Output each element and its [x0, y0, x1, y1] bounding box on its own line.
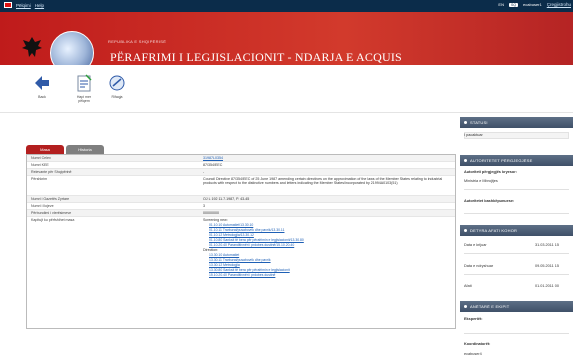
divider [464, 333, 569, 334]
modified-value: 09.05.2011 15 [535, 264, 559, 268]
logout-link[interactable]: Çregjistrohu [547, 2, 571, 7]
divider [464, 253, 569, 254]
help-link[interactable]: Help [35, 3, 44, 8]
deadline-label: Afati [464, 284, 472, 288]
tab-bar: Masa Historia [26, 145, 104, 154]
row-value: - [203, 170, 205, 174]
back-button[interactable]: Back [20, 73, 64, 99]
row-value: 87/354/EEC [203, 163, 223, 167]
lead-authority-label: Autoriteti përgjegjës kryesor: [464, 170, 517, 174]
sidebar: STATUSI I pacaktuar AUTORITETET PËRGJEGJ… [460, 113, 573, 364]
detail-table: Numri Celex 31987L0354 Numri KEE 87/354/… [26, 154, 456, 329]
status-value: I pacaktuar [464, 133, 483, 137]
row-key: Numri KEE [31, 163, 49, 167]
row-key: Përshkrim [31, 177, 48, 181]
edit-label: Rifaqja [111, 95, 123, 99]
consent-link[interactable]: Pëlqimi [16, 3, 31, 8]
back-label: Back [38, 95, 46, 99]
coordinator-value: ecabuser4 [464, 352, 482, 356]
republic-label: REPUBLIKA E SHQIPËRISË [108, 39, 167, 44]
row-key: Numri i llojeve [31, 204, 54, 208]
experts-label: Ekspertët: [464, 317, 483, 321]
coordinators-label: Koordinatorët: [464, 342, 491, 346]
row-key: Kapitujt ku përfshihet masa [31, 218, 75, 222]
celex-link[interactable]: 31987L0354 [203, 156, 451, 160]
tab-main[interactable]: Masa [26, 145, 64, 154]
lang-en[interactable]: EN [498, 2, 504, 7]
eagle-emblem-icon [22, 37, 42, 57]
deadline-value: 01.01.2011 00 [535, 284, 559, 288]
table-row: Numri i llojeve 3 [27, 203, 455, 210]
created-label: Data e krijuar [464, 243, 487, 247]
divider [464, 189, 569, 190]
lang-sq[interactable]: SQ [508, 2, 519, 7]
description-value: Council Directive 87/354/EEC of 25 June … [203, 177, 443, 186]
team-header: ANËTARË E EKIPIT [460, 301, 573, 312]
row-value: OJ L 192 11.7.1987, P. 43-45 [203, 197, 250, 201]
chapter-link[interactable]: 15.10.20.40 Paranditivnëri i prdobes dus… [203, 273, 451, 278]
lead-authority-value: Ministria e Mbrojtjes [464, 179, 498, 183]
row-key: Relevante për Shqipërinë [31, 170, 72, 174]
new-opinion-label-2: pëlqem [78, 99, 90, 103]
row-value: 00000000 [203, 211, 219, 215]
created-value: 31.03.2011 15 [535, 243, 559, 247]
table-row: Relevante për Shqipërinë - [27, 169, 455, 176]
divider [464, 274, 569, 275]
row-key: Numri Celex [31, 156, 51, 160]
table-row: Numri KEE 87/354/EEC [27, 162, 455, 169]
back-arrow-icon [35, 76, 49, 90]
deadline-header: DETYRA AFATI KOHOR [460, 225, 573, 236]
modified-label: Data e ndryshuar [464, 264, 494, 268]
row-key: Përbundimi i vlerësimeve [31, 211, 72, 215]
site-header: REPUBLIKA E SHQIPËRISË PËRAFRIMI I LEGJI… [0, 12, 573, 75]
table-row: Numri Celex 31987L0354 [27, 155, 455, 162]
co-authorities-label: Autoritetet bashkëpunuese: [464, 199, 515, 203]
status-header: STATUSI [460, 117, 573, 128]
username: ecabuser1 [523, 2, 542, 7]
edit-button[interactable]: Rifaqja [95, 73, 139, 99]
tab-history[interactable]: Historia [66, 145, 104, 154]
top-bar: Pëlqimi Help EN SQ ecabuser1 Çregjistroh… [0, 0, 573, 12]
table-row: Numri i Gazetës Zyrtare OJ L 192 11.7.19… [27, 196, 455, 203]
chapter-list: Screening new: 01.10.10 Automatiet/13.30… [203, 218, 451, 278]
row-value: 3 [203, 204, 205, 208]
page-title: PËRAFRIMI I LEGJISLACIONIT - NDARJA E AC… [110, 50, 402, 64]
top-right: EN SQ ecabuser1 Çregjistrohu [498, 2, 571, 7]
table-row: Përbundimi i vlerësimeve 00000000 [27, 210, 455, 217]
edit-page-icon [109, 75, 125, 91]
document-icon [77, 74, 92, 92]
flag-icon [4, 2, 12, 8]
authorities-header: AUTORITETET PËRGJEGJËSE [460, 155, 573, 166]
toolbar: Back Hapi mer pëlqem Rifaqja [0, 65, 573, 113]
table-row: Përshkrim Council Directive 87/354/EEC o… [27, 176, 455, 196]
top-links: Pëlqimi Help [4, 2, 44, 8]
table-row: Kapitujt ku përfshihet masa Screening ne… [27, 217, 455, 329]
row-key: Numri i Gazetës Zyrtare [31, 197, 70, 201]
divider [464, 213, 569, 214]
